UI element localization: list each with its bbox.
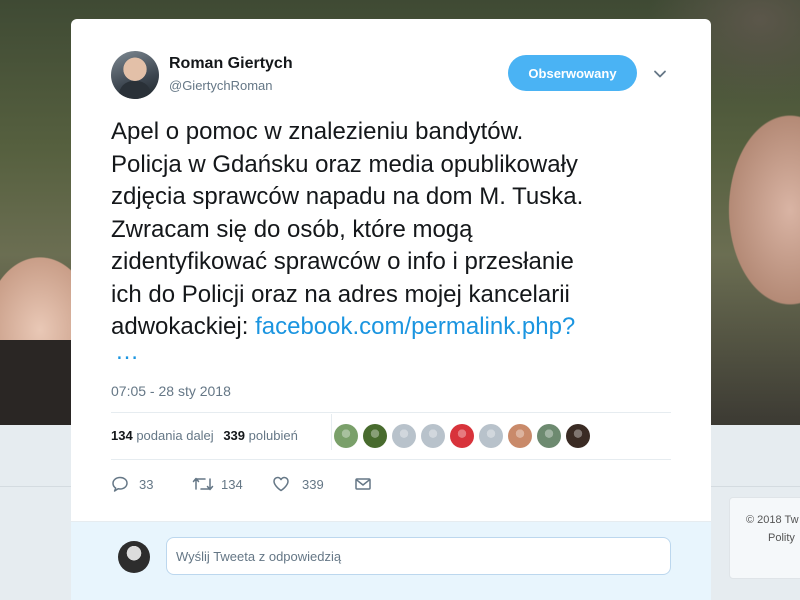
divider [111,459,671,460]
chevron-down-icon[interactable] [653,67,667,81]
tweet-text-line: Policja w Gdańsku oraz media opublikował… [111,150,578,178]
reply-action[interactable]: 33 [111,475,192,493]
tweet-text-line: adwokackiej: [111,313,256,340]
author-handle[interactable]: @GiertychRoman [169,78,273,93]
current-user-avatar [118,541,150,573]
like-count: 339 [302,476,324,492]
author-name[interactable]: Roman Giertych [169,55,293,73]
tweet-stats: 134 podania dalej 339 polubień [111,414,332,450]
tweet-text-line: Zwracam się do osób, które mogą [111,215,473,243]
liker-avatar[interactable] [334,424,358,448]
reply-input[interactable]: Wyślij Tweeta z odpowiedzią [166,537,671,575]
retweets-label: podania dalej [136,428,214,443]
liker-avatar[interactable] [363,424,387,448]
likes-count: 339 [223,428,246,443]
retweet-icon [192,477,214,491]
liker-avatars [334,424,590,448]
heart-icon [273,476,289,492]
link-ellipsis[interactable]: … [115,340,140,364]
retweet-count: 134 [221,476,243,492]
tweet-text-line-last: adwokackiej: facebook.com/permalink.php? [111,311,681,344]
tweet-text-line: ich do Policji oraz na adres mojej kance… [111,280,570,308]
envelope-icon [355,478,371,490]
tweet-text: Apel o pomoc w znalezieniu bandytów. Pol… [111,116,681,344]
tweet-text-line: Apel o pomoc w znalezieniu bandytów. [111,118,524,145]
sidebar-policy-link[interactable]: Polity [768,532,795,544]
background-shadow [0,340,72,425]
stats-separator [331,414,332,450]
sidebar-copyright: © 2018 Tw [746,514,799,526]
liker-avatar[interactable] [537,424,561,448]
reply-count: 33 [139,476,154,492]
tweet-card: Roman Giertych @GiertychRoman Obserwowan… [71,19,711,600]
retweet-action[interactable]: 134 [192,475,272,493]
tweet-link[interactable]: facebook.com/permalink.php? [255,313,575,340]
divider [111,412,671,413]
liker-avatar[interactable] [508,424,532,448]
tweet-actions: 33 134 339 [111,474,372,494]
retweets-count: 134 [111,428,133,443]
direct-message-action[interactable] [354,475,372,493]
tweet-timestamp[interactable]: 07:05 - 28 sty 2018 [111,383,231,399]
liker-avatar[interactable] [392,424,416,448]
author-avatar[interactable] [111,51,159,99]
liker-avatar[interactable] [450,424,474,448]
following-button[interactable]: Obserwowany [508,55,637,91]
tweet-text-line: zdjęcia sprawców napadu na dom M. Tuska. [111,183,584,210]
liker-avatar[interactable] [421,424,445,448]
reply-icon [112,476,128,492]
likes-stat[interactable]: 339 polubień [223,428,297,443]
like-action[interactable]: 339 [272,475,354,493]
tweet-text-line: zidentyfikować sprawców o info i przesła… [111,248,574,275]
retweets-stat[interactable]: 134 podania dalej [111,428,214,443]
liker-avatar[interactable] [566,424,590,448]
reply-box: Wyślij Tweeta z odpowiedzią [71,522,711,600]
liker-avatar[interactable] [479,424,503,448]
likes-label: polubień [248,428,298,443]
